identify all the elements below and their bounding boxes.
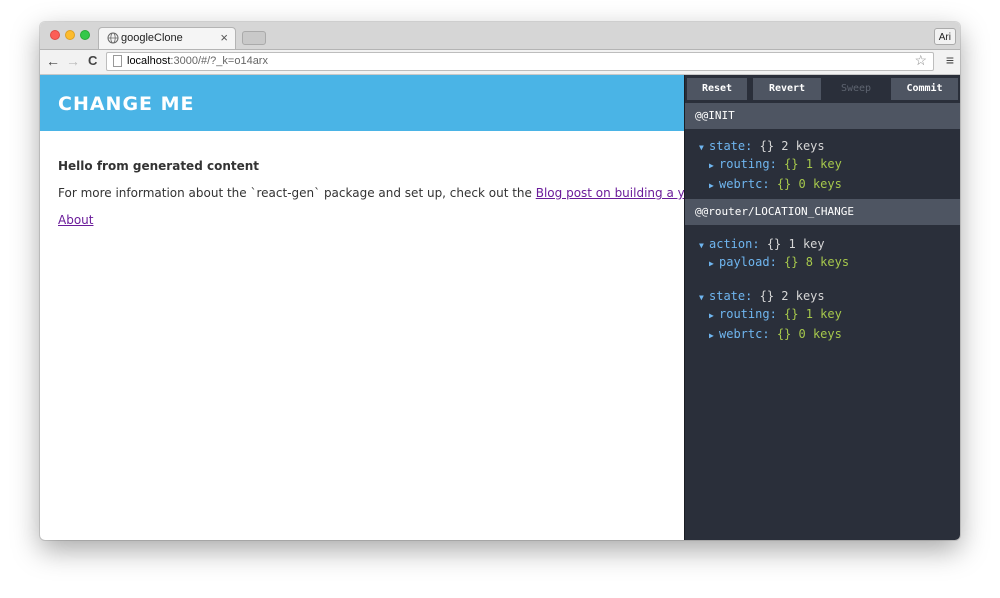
profile-button[interactable]: Ari (933, 28, 956, 45)
collapsed-triangle-icon: ▶ (709, 181, 714, 190)
page-content: CHANGE ME Hello from generated content F… (40, 75, 960, 540)
tree-row[interactable]: ▶ routing: {} 1 key (709, 305, 842, 325)
tree-key: state: (709, 139, 753, 153)
hello-heading: Hello from generated content (58, 159, 260, 173)
about-paragraph: About (58, 213, 684, 227)
tree-row[interactable]: ▶ payload: {} 8 keys (709, 253, 849, 273)
tree-row[interactable]: ▼ action: {} 1 key (699, 235, 825, 255)
tree-count: 0 keys (798, 327, 842, 341)
tree-count: 2 keys (781, 139, 825, 153)
url-host: localhost (127, 55, 171, 67)
redux-devtools-panel: Reset Revert Sweep Commit @@INIT ▼ state:… (684, 75, 960, 540)
expanded-triangle-icon: ▼ (699, 293, 704, 302)
sweep-button[interactable]: Sweep (827, 78, 885, 100)
tree-count: 8 keys (805, 255, 850, 269)
tree-key: routing: (719, 157, 777, 171)
close-window-button[interactable] (50, 30, 60, 40)
tree-row[interactable]: ▼ state: {} 2 keys (699, 137, 825, 157)
tree-row[interactable]: ▶ webrtc: {} 0 keys (709, 175, 842, 195)
tree-count: 1 key (805, 307, 842, 321)
tree-key: payload: (719, 255, 777, 269)
collapsed-triangle-icon: ▶ (709, 161, 714, 170)
tree-key: state: (709, 289, 753, 303)
back-arrow-icon[interactable]: ← (46, 53, 60, 69)
about-link[interactable]: About (58, 213, 93, 227)
minimize-window-button[interactable] (65, 30, 75, 40)
tree-key: action: (709, 237, 760, 251)
tree-count: 0 keys (798, 177, 842, 191)
browser-window: googleClone × Ari ← → C localhost:3000/#… (40, 22, 960, 540)
tree-count: 1 key (805, 157, 842, 171)
url-text: localhost:3000/#/?_k=o14arx (127, 55, 268, 67)
action-location-change-header[interactable]: @@router/LOCATION_CHANGE (685, 199, 960, 225)
new-tab-button[interactable] (242, 31, 266, 45)
reset-button[interactable]: Reset (687, 78, 747, 100)
blog-post-link[interactable]: Blog post on building a yelp clone with (536, 186, 684, 200)
expanded-triangle-icon: ▼ (699, 241, 704, 250)
info-text: For more information about the `react-ge… (58, 186, 536, 200)
collapsed-triangle-icon: ▶ (709, 331, 714, 340)
tree-braces: {} (776, 177, 792, 191)
tree-braces: {} (776, 327, 792, 341)
url-path: :3000/#/?_k=o14arx (170, 55, 268, 67)
tree-key: webrtc: (719, 327, 770, 341)
tab-title: googleClone (121, 32, 183, 44)
collapsed-triangle-icon: ▶ (709, 311, 714, 320)
collapsed-triangle-icon: ▶ (709, 259, 714, 268)
tree-braces: {} (784, 307, 799, 321)
tree-braces: {} (784, 255, 799, 269)
commit-button[interactable]: Commit (891, 78, 958, 100)
forward-arrow-icon[interactable]: → (66, 53, 80, 69)
zoom-window-button[interactable] (80, 30, 90, 40)
tab-googleclone[interactable]: googleClone × (98, 27, 236, 49)
reload-icon[interactable]: C (88, 53, 97, 69)
info-paragraph: For more information about the `react-ge… (58, 186, 684, 200)
page-icon (113, 55, 122, 67)
bookmark-star-icon[interactable]: ☆ (914, 52, 927, 69)
close-tab-icon[interactable]: × (220, 30, 228, 45)
tree-braces: {} (759, 139, 775, 153)
action-init-header[interactable]: @@INIT (685, 103, 960, 129)
expanded-triangle-icon: ▼ (699, 143, 704, 152)
tree-key: webrtc: (719, 177, 770, 191)
tree-row[interactable]: ▶ webrtc: {} 0 keys (709, 325, 842, 345)
tree-count: 1 key (788, 237, 825, 251)
tree-row[interactable]: ▼ state: {} 2 keys (699, 287, 825, 307)
tree-count: 2 keys (781, 289, 825, 303)
tree-braces: {} (759, 289, 775, 303)
tree-braces: {} (766, 237, 782, 251)
tree-braces: {} (784, 157, 799, 171)
globe-icon (107, 32, 119, 44)
header-title: CHANGE ME (58, 93, 195, 115)
tree-key: routing: (719, 307, 777, 321)
menu-icon[interactable]: ≡ (946, 52, 954, 68)
revert-button[interactable]: Revert (753, 78, 821, 100)
tree-row[interactable]: ▶ routing: {} 1 key (709, 155, 842, 175)
tab-strip: googleClone × Ari (40, 22, 960, 50)
address-bar[interactable]: localhost:3000/#/?_k=o14arx ☆ (106, 52, 934, 71)
browser-toolbar: ← → C localhost:3000/#/?_k=o14arx ☆ ≡ (40, 50, 960, 75)
